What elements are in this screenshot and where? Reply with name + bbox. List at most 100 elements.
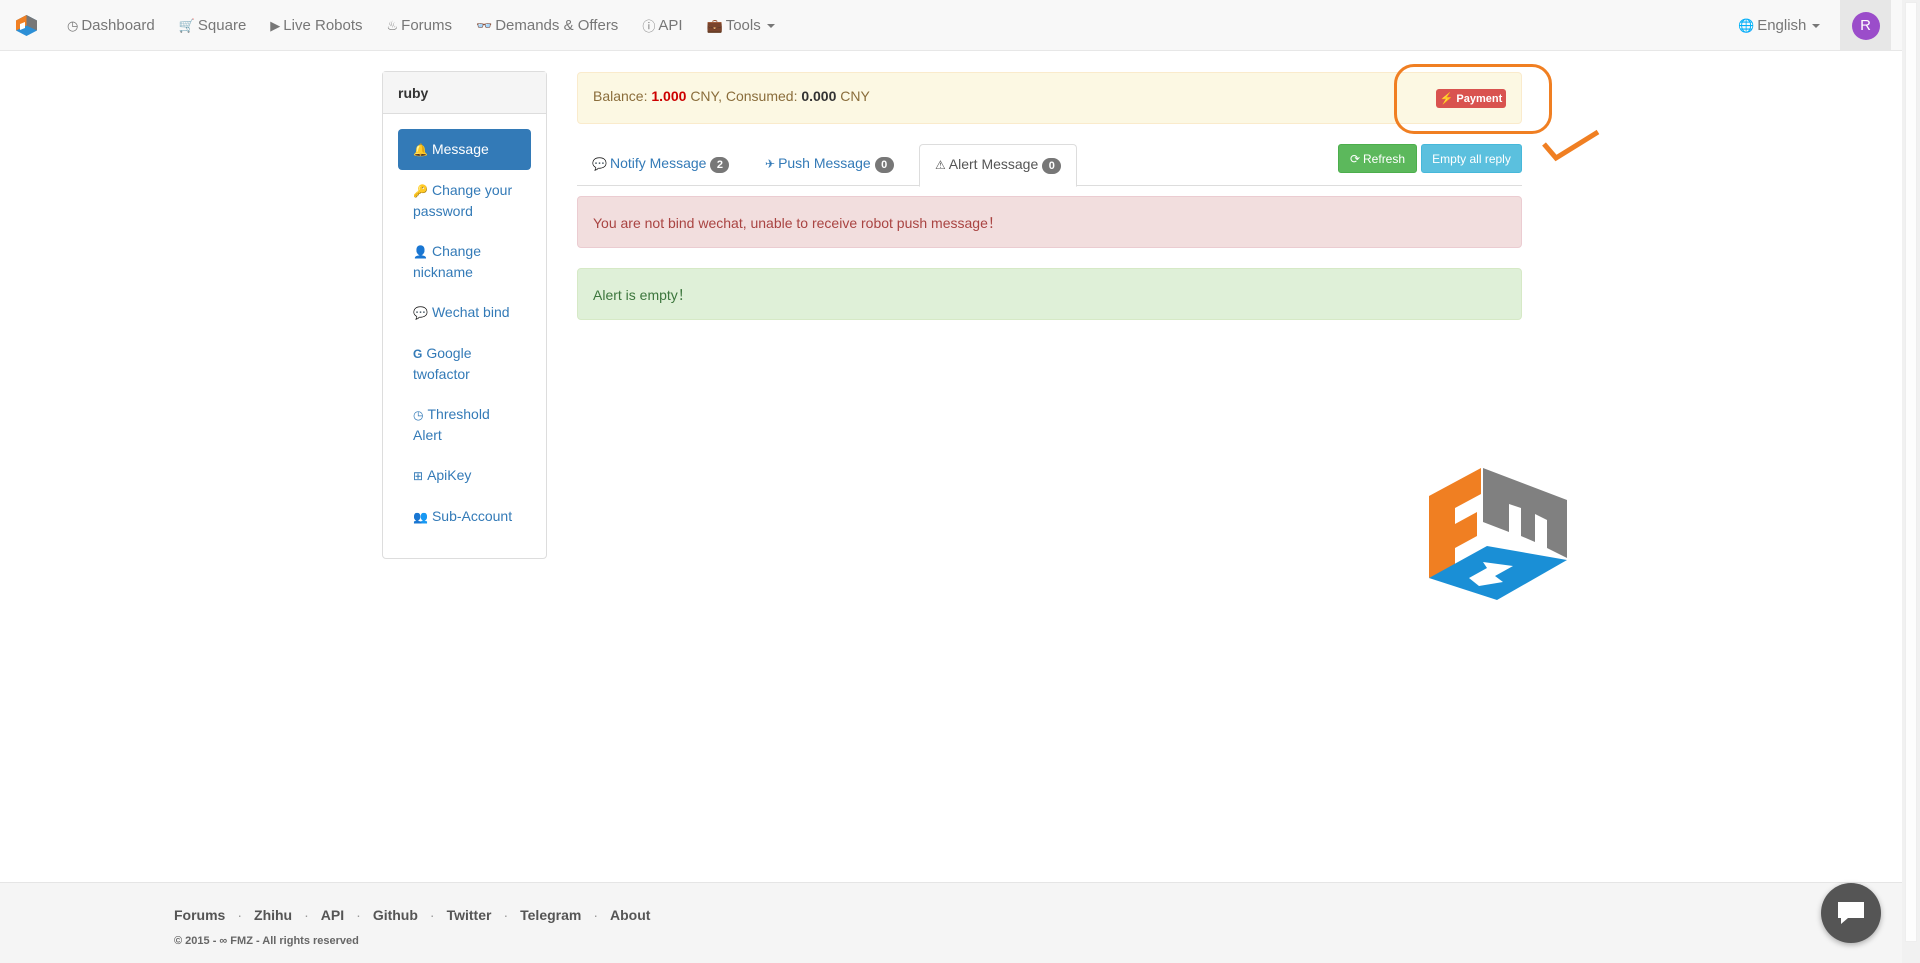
globe-icon: 🌐	[1738, 17, 1755, 33]
language-label: English	[1757, 17, 1807, 34]
wechat-icon: 💬	[413, 306, 428, 320]
sidebar-item-apikey[interactable]: ⊞ ApiKey	[398, 455, 531, 496]
language-dropdown[interactable]: 🌐 English	[1738, 0, 1821, 51]
binoculars-icon: 👓	[476, 17, 493, 33]
comments-icon: 💬	[592, 157, 607, 171]
google-icon: G	[413, 347, 423, 361]
refresh-icon: ⟳	[1349, 151, 1361, 166]
briefcase-icon: 💼	[706, 17, 723, 33]
footer-separator: ·	[304, 907, 309, 923]
footer-link-github[interactable]: Github	[373, 907, 418, 923]
tab-alert-message[interactable]: ⚠ Alert Message 0	[919, 144, 1078, 187]
tab-label: Alert Message	[948, 156, 1039, 172]
nav-square[interactable]: 🛒 Square	[167, 0, 259, 51]
alert-count-badge: 0	[1042, 158, 1062, 174]
sidebar-item-wechat-bind[interactable]: 💬 Wechat bind	[398, 292, 531, 333]
push-count-badge: 0	[874, 157, 894, 173]
footer-link-zhihu[interactable]: Zhihu	[254, 907, 292, 923]
balance-value: 1.000	[651, 88, 687, 104]
copyright-text: © 2015 - ∞ FMZ - All rights reserved	[174, 935, 359, 947]
nav-dashboard[interactable]: ◷ Dashboard	[55, 0, 167, 51]
footer-separator: ·	[503, 907, 509, 923]
chevron-down-icon	[1812, 23, 1821, 28]
tab-label: Push Message	[778, 155, 871, 171]
refresh-label: Refresh	[1363, 151, 1406, 166]
nav-label: Dashboard	[81, 17, 155, 34]
sidebar-item-threshold-alert[interactable]: ◷ Threshold Alert	[398, 394, 531, 455]
balance-panel: Balance: 1.000 CNY, Consumed: 0.000 CNY	[577, 72, 1522, 124]
clock-icon: ◷	[413, 408, 424, 422]
sidebar-item-message[interactable]: 🔔 Message	[398, 129, 531, 170]
sitemap-icon: ⊞	[413, 469, 424, 483]
sidebar-item-label: ApiKey	[427, 467, 472, 483]
consumed-currency: CNY	[840, 88, 870, 104]
nav-label: Square	[197, 17, 247, 34]
info-circle-icon: ⓘ	[642, 19, 656, 34]
user-icon: 👤	[413, 245, 428, 259]
nav-label: Tools	[725, 17, 761, 34]
avatar: R	[1851, 11, 1880, 40]
cart-icon: 🛒	[178, 17, 195, 33]
main-nav: ◷ Dashboard 🛒 Square ▶ Live Robots ♨ Forums …	[55, 0, 787, 51]
alert-empty-notice: Alert is empty！	[577, 268, 1522, 320]
key-icon: 🔑	[413, 184, 428, 198]
sidebar-item-label: Message	[431, 141, 489, 157]
tab-push-message[interactable]: ✈ Push Message 0	[750, 144, 909, 186]
alert-text: You are not bind wechat, unable to recei…	[593, 215, 1002, 231]
payment-button[interactable]: ⚡ Payment	[1436, 89, 1506, 108]
sidebar-item-change-password[interactable]: 🔑 Change your password	[398, 170, 531, 231]
chat-bubble-icon	[1838, 902, 1864, 924]
alert-text: Alert is empty！	[593, 287, 692, 303]
scrollbar-thumb[interactable]	[1905, 2, 1917, 942]
tab-label: Notify Message	[609, 155, 707, 171]
footer-link-api[interactable]: API	[321, 907, 344, 923]
top-navbar: ◷ Dashboard 🛒 Square ▶ Live Robots ♨ Forums …	[0, 0, 1902, 51]
checkmark-icon	[1542, 129, 1600, 162]
chevron-down-icon	[766, 23, 775, 28]
nav-forums[interactable]: ♨ Forums	[375, 0, 465, 51]
paper-plane-icon: ✈	[765, 157, 776, 171]
nav-api[interactable]: ⓘ API	[630, 0, 694, 51]
consumed-label: Consumed:	[725, 88, 798, 104]
wechat-not-bound-alert: You are not bind wechat, unable to recei…	[577, 196, 1522, 248]
sidebar-item-label: Sub-Account	[431, 508, 513, 524]
fmz-logo-icon	[1429, 468, 1567, 600]
footer-link-telegram[interactable]: Telegram	[520, 907, 581, 923]
nav-label: API	[658, 17, 683, 34]
nav-demands-offers[interactable]: 👓 Demands & Offers	[464, 0, 630, 51]
bolt-icon: ⚡	[1439, 93, 1454, 105]
bell-icon: 🔔	[413, 143, 428, 157]
empty-all-reply-label: Empty all reply	[1432, 151, 1511, 166]
page-scrollbar[interactable]	[1902, 0, 1920, 963]
live-chat-button[interactable]	[1821, 883, 1881, 943]
sidebar-item-label: Threshold Alert	[413, 406, 490, 443]
tab-notify-message[interactable]: 💬 Notify Message 2	[577, 144, 744, 186]
user-menu[interactable]: R	[1840, 0, 1891, 51]
nav-live-robots[interactable]: ▶ Live Robots	[258, 0, 374, 51]
nav-label: Forums	[401, 17, 453, 34]
footer-separator: ·	[237, 907, 243, 923]
play-circle-icon: ▶	[270, 17, 281, 33]
payment-label: Payment	[1456, 92, 1503, 105]
account-sidebar: ruby 🔔 Message 🔑 Change your password 👤 Cha…	[382, 71, 547, 559]
nav-label: Demands & Offers	[495, 17, 619, 34]
empty-all-reply-button[interactable]: Empty all reply	[1421, 144, 1522, 173]
balance-currency: CNY	[690, 88, 719, 104]
nav-label: Live Robots	[283, 17, 363, 34]
footer-links: Forums · Zhihu · API · Github · Twitter · Tel…	[174, 907, 650, 923]
footer-separator: ·	[356, 907, 361, 923]
refresh-button[interactable]: ⟳ Refresh	[1338, 144, 1417, 173]
nav-tools-dropdown[interactable]: 💼 Tools	[695, 0, 787, 51]
sidebar-item-label: Wechat bind	[431, 304, 510, 320]
footer-link-forums[interactable]: Forums	[174, 907, 225, 923]
sidebar-username: ruby	[383, 72, 546, 114]
sidebar-item-sub-account[interactable]: 👥 Sub-Account	[398, 496, 531, 537]
sidebar-item-google-twofactor[interactable]: G Google twofactor	[398, 333, 531, 394]
users-icon: 👥	[413, 510, 428, 524]
consumed-value: 0.000	[801, 88, 837, 104]
footer-link-twitter[interactable]: Twitter	[447, 907, 492, 923]
fmz-brand-logo-icon[interactable]	[16, 15, 37, 36]
sidebar-item-change-nickname[interactable]: 👤 Change nickname	[398, 231, 531, 292]
sidebar-menu: 🔔 Message 🔑 Change your password 👤 Change n…	[383, 114, 546, 537]
footer-link-about[interactable]: About	[610, 907, 650, 923]
